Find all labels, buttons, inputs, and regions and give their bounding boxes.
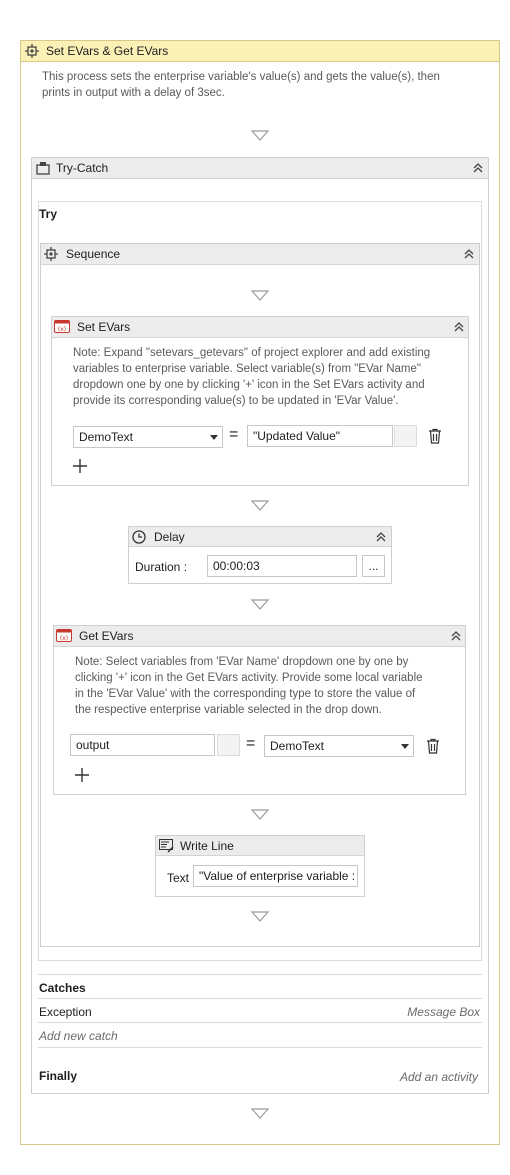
evar-name-dropdown[interactable]: DemoText xyxy=(264,735,414,757)
drop-arrow-icon[interactable] xyxy=(251,809,269,820)
note-line: the respective enterprise variable selec… xyxy=(75,704,382,716)
add-icon[interactable] xyxy=(73,459,87,473)
duration-label: Duration : xyxy=(135,560,188,574)
trycatch-icon xyxy=(36,161,50,175)
add-activity-link[interactable]: Add an activity xyxy=(400,1070,478,1084)
note-line: dropdown one by one by clicking '+' icon… xyxy=(73,379,425,391)
local-variable-text: output xyxy=(76,738,110,752)
divider xyxy=(38,1047,482,1048)
note-line: Note: Expand "setevars_getevars" of proj… xyxy=(73,347,431,359)
equals-sign: = xyxy=(229,426,239,443)
drop-arrow-icon[interactable] xyxy=(251,500,269,511)
divider xyxy=(38,998,482,999)
evar-name-value: DemoText xyxy=(79,430,134,444)
dropdown-arrow-icon xyxy=(210,435,218,440)
set-evars-header[interactable]: (x) Set EVars xyxy=(52,317,468,338)
drop-arrow-icon[interactable] xyxy=(251,911,269,922)
evar-value-text: "Updated Value" xyxy=(253,429,341,443)
text-label: Text xyxy=(167,871,190,885)
note-line: provide its corresponding value(s) to be… xyxy=(73,395,399,407)
evar-value-field[interactable]: "Updated Value" xyxy=(247,425,393,447)
note-line: Note: Select variables from 'EVar Name' … xyxy=(75,656,409,668)
write-line-header[interactable]: Write Line xyxy=(156,836,364,856)
evar-icon: (x) xyxy=(54,320,70,333)
delay-header[interactable]: Delay xyxy=(129,527,391,547)
collapse-icon[interactable] xyxy=(450,630,462,642)
exception-action[interactable]: Message Box xyxy=(407,1005,480,1019)
equals-sign: = xyxy=(246,735,256,752)
divider xyxy=(38,974,482,975)
try-label: Try xyxy=(39,207,58,221)
collapse-icon[interactable] xyxy=(453,321,465,333)
delete-icon[interactable] xyxy=(426,738,440,754)
drop-arrow-icon[interactable] xyxy=(251,130,269,141)
collapse-icon[interactable] xyxy=(375,531,387,543)
exception-label[interactable]: Exception xyxy=(39,1005,92,1019)
trycatch-title: Try-Catch xyxy=(56,161,109,175)
browse-label: ... xyxy=(368,559,379,573)
note-line: clicking '+' icon in the Get EVars activ… xyxy=(75,672,423,684)
value-type-box[interactable] xyxy=(394,425,417,447)
collapse-icon[interactable] xyxy=(463,248,475,260)
note-line: in the 'EVar Value' with the correspondi… xyxy=(75,688,416,700)
workflow-header[interactable]: Set EVars & Get EVars xyxy=(20,40,500,62)
add-icon[interactable] xyxy=(75,768,89,782)
value-type-box[interactable] xyxy=(217,734,240,756)
sequence-title: Sequence xyxy=(66,247,121,261)
drop-arrow-icon[interactable] xyxy=(251,290,269,301)
write-line-icon xyxy=(159,839,174,853)
add-new-catch-link[interactable]: Add new catch xyxy=(39,1029,118,1043)
divider xyxy=(38,1022,482,1023)
write-line-text-value: "Value of enterprise variable : xyxy=(199,869,356,883)
set-evars-note: Note: Expand "setevars_getevars" of proj… xyxy=(73,345,463,409)
workflow-description: This process sets the enterprise variabl… xyxy=(42,69,482,101)
drop-arrow-icon[interactable] xyxy=(251,1108,269,1119)
sequence-header[interactable]: Sequence xyxy=(41,244,479,265)
dropdown-arrow-icon xyxy=(401,744,409,749)
description-line: This process sets the enterprise variabl… xyxy=(42,71,440,83)
trycatch-header[interactable]: Try-Catch xyxy=(32,158,488,179)
sequence-icon xyxy=(25,44,39,58)
write-line-title: Write Line xyxy=(180,839,234,853)
delay-title: Delay xyxy=(154,530,185,544)
drop-arrow-icon[interactable] xyxy=(251,599,269,610)
evar-name-dropdown[interactable]: DemoText xyxy=(73,426,223,448)
svg-text:(x): (x) xyxy=(58,326,66,333)
get-evars-title: Get EVars xyxy=(79,629,134,643)
svg-text:(x): (x) xyxy=(60,635,68,642)
description-line: prints in output with a delay of 3sec. xyxy=(42,87,225,99)
local-variable-field[interactable]: output xyxy=(70,734,215,756)
duration-input[interactable]: 00:00:03 xyxy=(207,555,357,577)
write-line-text-input[interactable]: "Value of enterprise variable : xyxy=(193,865,358,887)
catches-label: Catches xyxy=(39,981,86,995)
duration-value: 00:00:03 xyxy=(213,559,260,573)
evar-name-value: DemoText xyxy=(270,739,325,753)
delete-icon[interactable] xyxy=(428,428,442,444)
browse-button[interactable]: ... xyxy=(362,555,385,577)
get-evars-header[interactable]: (x) Get EVars xyxy=(54,626,465,647)
evar-icon: (x) xyxy=(56,629,72,642)
sequence-icon xyxy=(44,247,58,261)
clock-icon xyxy=(132,530,146,544)
workflow-title: Set EVars & Get EVars xyxy=(46,44,169,58)
collapse-icon[interactable] xyxy=(472,162,484,174)
note-line: variables to enterprise variable. Select… xyxy=(73,363,421,375)
finally-label: Finally xyxy=(39,1069,78,1083)
get-evars-note: Note: Select variables from 'EVar Name' … xyxy=(75,654,460,718)
set-evars-title: Set EVars xyxy=(77,320,131,334)
